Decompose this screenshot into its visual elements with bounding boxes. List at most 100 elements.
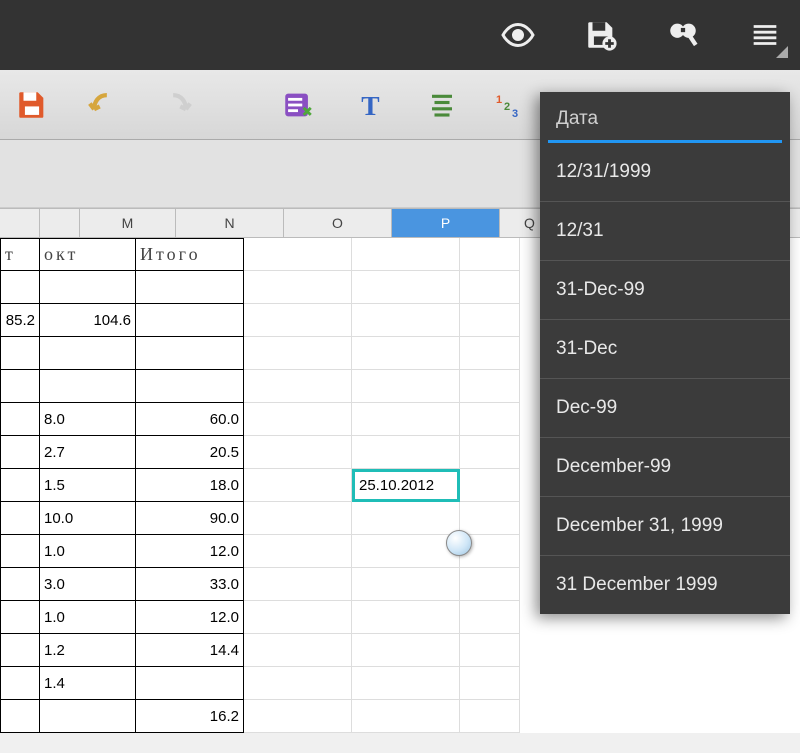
col-header-selected[interactable]: P bbox=[392, 209, 500, 237]
cell[interactable] bbox=[352, 238, 460, 271]
cell[interactable] bbox=[244, 469, 352, 502]
col-header[interactable] bbox=[40, 209, 80, 237]
cell[interactable] bbox=[244, 667, 352, 700]
cell[interactable] bbox=[0, 601, 40, 634]
cell[interactable] bbox=[460, 403, 520, 436]
cell[interactable] bbox=[244, 568, 352, 601]
cell[interactable] bbox=[352, 634, 460, 667]
cell[interactable]: 60.0 bbox=[136, 403, 244, 436]
cell[interactable] bbox=[352, 436, 460, 469]
cell[interactable] bbox=[244, 271, 352, 304]
undo-icon[interactable] bbox=[84, 85, 124, 125]
selected-cell[interactable]: 25.10.2012 bbox=[352, 469, 460, 502]
cell[interactable]: 3.0 bbox=[40, 568, 136, 601]
dropdown-item[interactable]: December 31, 1999 bbox=[540, 497, 790, 556]
cell[interactable] bbox=[0, 634, 40, 667]
cell[interactable] bbox=[352, 370, 460, 403]
cell[interactable] bbox=[460, 667, 520, 700]
cell[interactable] bbox=[136, 337, 244, 370]
cell[interactable]: 2.7 bbox=[40, 436, 136, 469]
cell[interactable]: 10.0 bbox=[40, 502, 136, 535]
cell[interactable] bbox=[0, 502, 40, 535]
cell[interactable] bbox=[0, 436, 40, 469]
cell[interactable] bbox=[352, 337, 460, 370]
cell[interactable] bbox=[244, 634, 352, 667]
cell[interactable] bbox=[460, 634, 520, 667]
cell[interactable] bbox=[352, 667, 460, 700]
cell[interactable] bbox=[0, 700, 40, 733]
cell[interactable] bbox=[244, 337, 352, 370]
cell[interactable] bbox=[460, 700, 520, 733]
cell[interactable]: 12.0 bbox=[136, 535, 244, 568]
cell[interactable] bbox=[352, 601, 460, 634]
cell[interactable] bbox=[0, 568, 40, 601]
cell[interactable] bbox=[40, 370, 136, 403]
cell[interactable] bbox=[0, 271, 40, 304]
cell[interactable] bbox=[460, 271, 520, 304]
cell[interactable] bbox=[460, 502, 520, 535]
dropdown-item[interactable]: 12/31 bbox=[540, 202, 790, 261]
save-plus-icon[interactable] bbox=[584, 18, 618, 52]
cell[interactable] bbox=[0, 403, 40, 436]
cell[interactable] bbox=[244, 700, 352, 733]
cell[interactable] bbox=[352, 535, 460, 568]
cell[interactable]: Итого bbox=[136, 238, 244, 271]
cell[interactable]: 16.2 bbox=[136, 700, 244, 733]
cell[interactable]: 90.0 bbox=[136, 502, 244, 535]
cell[interactable] bbox=[0, 337, 40, 370]
dropdown-item[interactable]: 12/31/1999 bbox=[540, 143, 790, 202]
cell[interactable] bbox=[244, 238, 352, 271]
cell[interactable] bbox=[244, 601, 352, 634]
cell[interactable] bbox=[352, 403, 460, 436]
find-icon[interactable] bbox=[666, 18, 700, 52]
align-icon[interactable] bbox=[422, 85, 462, 125]
cell[interactable]: 14.4 bbox=[136, 634, 244, 667]
cell[interactable] bbox=[352, 700, 460, 733]
cell[interactable] bbox=[460, 337, 520, 370]
cell[interactable]: 1.5 bbox=[40, 469, 136, 502]
cell[interactable]: окт bbox=[40, 238, 136, 271]
cell[interactable] bbox=[460, 304, 520, 337]
cell[interactable] bbox=[460, 436, 520, 469]
cell[interactable]: 18.0 bbox=[136, 469, 244, 502]
select-all-corner[interactable] bbox=[0, 209, 40, 237]
number-format-icon[interactable]: 123 bbox=[494, 85, 534, 125]
col-header[interactable]: N bbox=[176, 209, 284, 237]
cell[interactable] bbox=[460, 469, 520, 502]
dropdown-item[interactable]: 31 December 1999 bbox=[540, 556, 790, 614]
cell[interactable]: 104.6 bbox=[40, 304, 136, 337]
cell[interactable] bbox=[244, 304, 352, 337]
cell[interactable]: т bbox=[0, 238, 40, 271]
cell[interactable]: 1.2 bbox=[40, 634, 136, 667]
col-header[interactable]: O bbox=[284, 209, 392, 237]
col-header[interactable]: M bbox=[80, 209, 176, 237]
menu-icon[interactable] bbox=[748, 18, 782, 52]
cell[interactable]: 1.0 bbox=[40, 535, 136, 568]
edit-cell-icon[interactable] bbox=[278, 85, 318, 125]
cell[interactable] bbox=[136, 271, 244, 304]
cell[interactable] bbox=[460, 238, 520, 271]
cell[interactable] bbox=[352, 502, 460, 535]
redo-icon[interactable] bbox=[156, 85, 196, 125]
cell[interactable] bbox=[244, 436, 352, 469]
dropdown-item[interactable]: 31-Dec-99 bbox=[540, 261, 790, 320]
cell[interactable] bbox=[352, 271, 460, 304]
selection-handle[interactable] bbox=[446, 530, 472, 556]
cell[interactable] bbox=[352, 304, 460, 337]
cell[interactable] bbox=[136, 667, 244, 700]
cell[interactable]: 33.0 bbox=[136, 568, 244, 601]
cell[interactable]: 1.0 bbox=[40, 601, 136, 634]
cell[interactable] bbox=[0, 469, 40, 502]
dropdown-item[interactable]: Dec-99 bbox=[540, 379, 790, 438]
cell[interactable] bbox=[0, 370, 40, 403]
cell[interactable]: 20.5 bbox=[136, 436, 244, 469]
cell[interactable] bbox=[40, 271, 136, 304]
cell[interactable] bbox=[460, 601, 520, 634]
dropdown-item[interactable]: 31-Dec bbox=[540, 320, 790, 379]
cell[interactable] bbox=[136, 304, 244, 337]
cell[interactable]: 1.4 bbox=[40, 667, 136, 700]
save-icon[interactable] bbox=[12, 85, 52, 125]
cell[interactable] bbox=[460, 370, 520, 403]
cell[interactable] bbox=[244, 535, 352, 568]
cell[interactable]: 8.0 bbox=[40, 403, 136, 436]
